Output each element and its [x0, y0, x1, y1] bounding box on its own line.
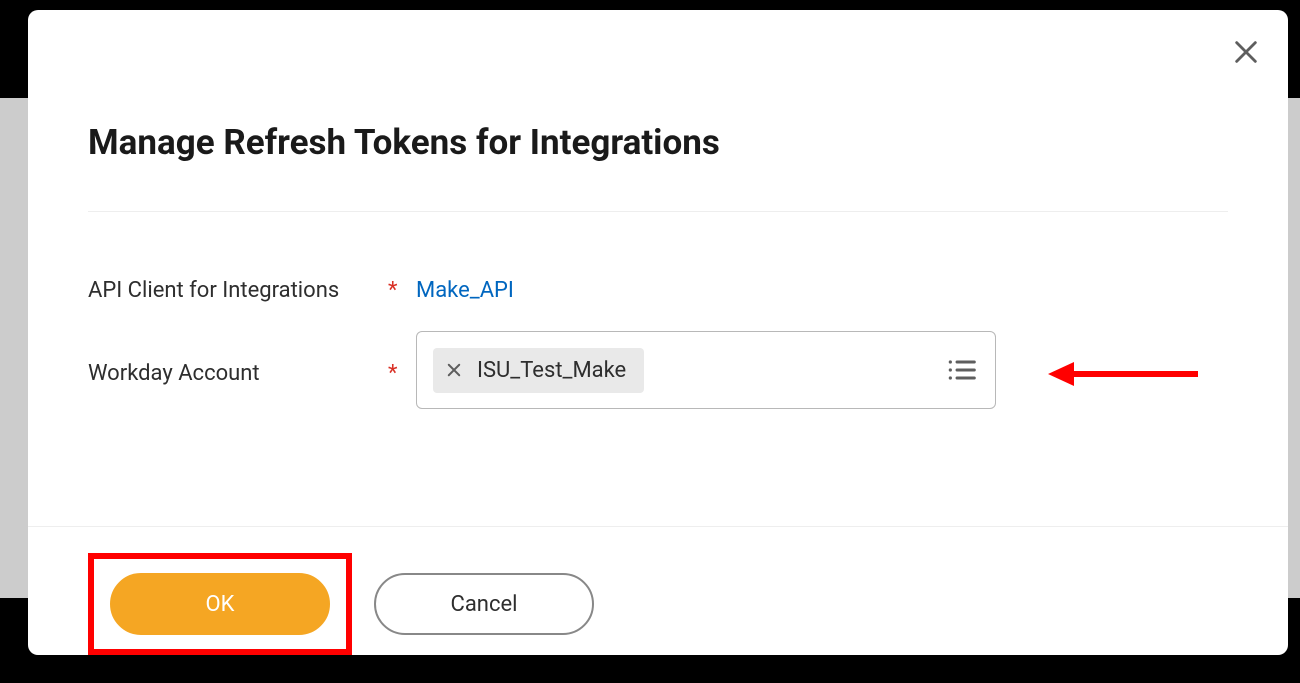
chip-remove-icon[interactable] [445, 361, 463, 379]
label-workday-account: Workday Account [88, 355, 388, 386]
manage-refresh-tokens-dialog: Manage Refresh Tokens for Integrations A… [28, 10, 1288, 655]
required-asterisk: * [388, 272, 416, 303]
selected-chip: ISU_Test_Make [433, 348, 644, 393]
dialog-title: Manage Refresh Tokens for Integrations [88, 122, 1228, 211]
api-client-value-link[interactable]: Make_API [416, 272, 514, 303]
ok-button-highlight-annotation: OK [88, 553, 352, 655]
row-workday-account: Workday Account * ISU_Test_Make [88, 331, 1228, 409]
row-api-client: API Client for Integrations * Make_API [88, 272, 1228, 303]
ok-button[interactable]: OK [110, 573, 330, 635]
label-api-client: API Client for Integrations [88, 272, 388, 303]
list-menu-icon[interactable] [945, 354, 977, 386]
dialog-footer: OK Cancel [28, 526, 1288, 655]
chip-label: ISU_Test_Make [477, 358, 626, 383]
form-body: API Client for Integrations * Make_API W… [88, 212, 1228, 437]
workday-account-picker[interactable]: ISU_Test_Make [416, 331, 996, 409]
cancel-button[interactable]: Cancel [374, 573, 594, 635]
close-button[interactable] [1232, 38, 1260, 66]
required-asterisk: * [388, 355, 416, 386]
